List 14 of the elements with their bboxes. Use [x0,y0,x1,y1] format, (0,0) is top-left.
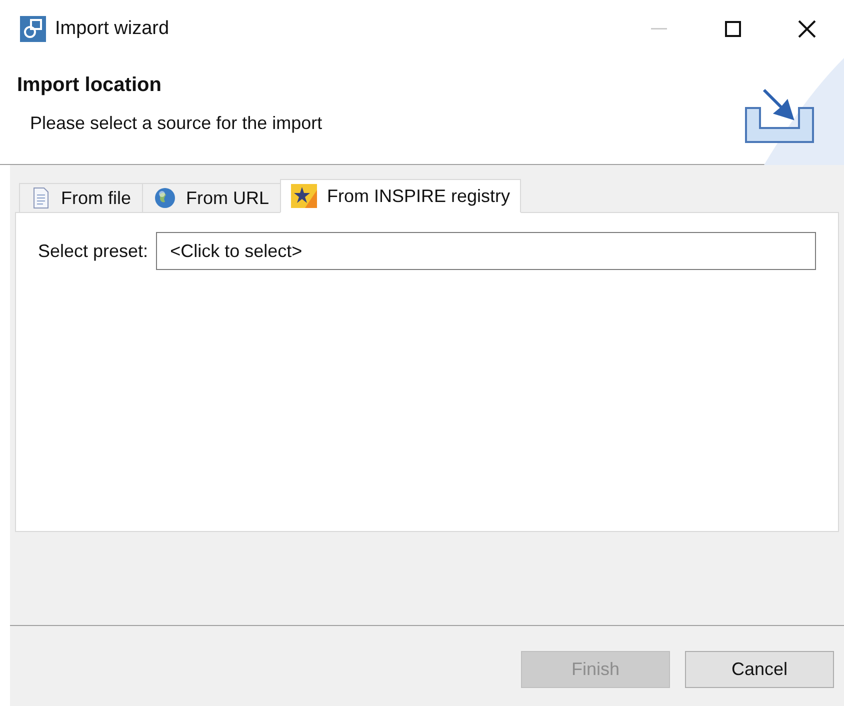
window-app-icon [20,16,46,42]
preset-field[interactable]: <Click to select> [156,232,816,270]
tab[interactable]: From INSPIRE registry [280,179,522,213]
field-label: Select preset: [38,240,148,263]
close-icon [796,18,818,40]
document-icon [31,187,51,209]
globe-icon [154,187,176,209]
tab[interactable]: From file [19,183,144,213]
minimize-icon [651,28,667,30]
page-description: Please select a source for the import [30,112,322,135]
dialog-button[interactable]: Cancel [685,651,834,688]
page-title: Import location [17,73,162,98]
maximize-icon [722,18,744,40]
window-title: Import wizard [55,16,170,41]
